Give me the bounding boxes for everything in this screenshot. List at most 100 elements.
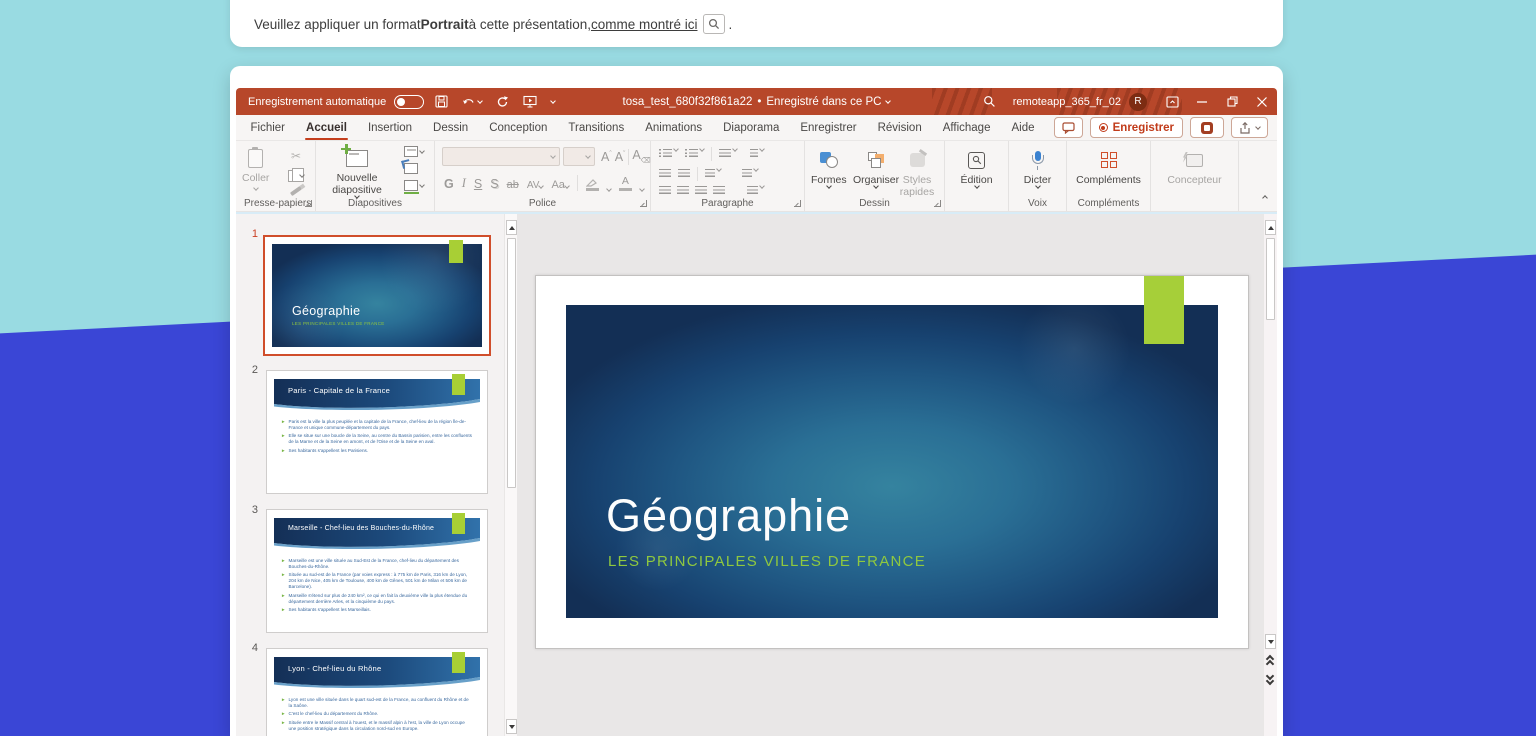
thumb-scrollbar-thumb[interactable] <box>507 238 516 488</box>
slide4-title-banner: Lyon - Chef-lieu du Rhône <box>274 657 480 690</box>
ribbon-display-options-button[interactable] <box>1157 88 1187 115</box>
close-button[interactable] <box>1247 88 1277 115</box>
present-in-teams-button[interactable] <box>1190 117 1224 138</box>
reset-icon <box>404 163 418 174</box>
align-center-button[interactable] <box>677 186 689 196</box>
shrink-font-button[interactable]: Aˇ <box>615 150 626 164</box>
line-spacing-button[interactable] <box>719 149 737 159</box>
collapse-ribbon-button[interactable] <box>1263 187 1267 205</box>
smartart-button[interactable] <box>747 186 764 196</box>
tab-diaporama[interactable]: Diaporama <box>713 115 790 140</box>
tab-aide[interactable]: Aide <box>1001 115 1045 140</box>
canvas-scroll-up-button[interactable] <box>1265 220 1276 235</box>
font-color-button[interactable]: A <box>619 175 632 191</box>
dictate-button[interactable]: Dicter <box>1009 143 1066 188</box>
indent-button[interactable] <box>678 169 690 179</box>
font-size-combo[interactable] <box>563 147 595 166</box>
slide-subtitle-text[interactable]: LES PRINCIPALES VILLES DE FRANCE <box>608 553 926 570</box>
slide-thumbnail-1[interactable]: Géographie LES PRINCIPALES VILLES DE FRA… <box>263 235 491 356</box>
italic-button[interactable]: I <box>462 176 466 191</box>
undo-button[interactable] <box>459 88 485 115</box>
clear-formatting-button[interactable]: A⌫ <box>632 148 650 165</box>
text-direction-button[interactable] <box>750 149 764 159</box>
share-button[interactable] <box>1231 117 1268 138</box>
avatar[interactable]: R <box>1129 93 1147 111</box>
customize-quick-access-chevron[interactable] <box>548 88 558 115</box>
instruction-middle: à cette présentation, <box>469 17 591 32</box>
align-left-button[interactable] <box>659 186 671 196</box>
columns-button[interactable] <box>705 169 721 179</box>
font-name-combo[interactable] <box>442 147 560 166</box>
current-slide[interactable]: Géographie LES PRINCIPALES VILLES DE FRA… <box>535 275 1249 649</box>
bullets-list-button[interactable] <box>659 149 678 159</box>
text-shadow-button[interactable]: S <box>490 177 498 191</box>
canvas-scroll-down-button[interactable] <box>1265 634 1276 649</box>
strikethrough-button[interactable]: ab <box>507 179 519 191</box>
thumb-scroll-down-button[interactable] <box>506 719 517 734</box>
cut-button[interactable]: ✂ <box>291 149 301 163</box>
align-text-button[interactable] <box>742 169 758 179</box>
previous-slide-button[interactable] <box>1266 655 1276 667</box>
justify-button[interactable] <box>713 186 725 196</box>
slide-number-2: 2 <box>242 364 258 376</box>
layout-button[interactable] <box>404 146 424 157</box>
slide-thumbnail-4[interactable]: Lyon - Chef-lieu du Rhône ►Lyon est une … <box>266 648 488 736</box>
tab-dessin[interactable]: Dessin <box>423 115 479 140</box>
designer-button[interactable]: Concepteur <box>1151 143 1238 186</box>
copy-button[interactable] <box>288 170 304 182</box>
format-painter-button[interactable] <box>290 189 302 193</box>
addins-button[interactable]: Compléments <box>1067 143 1150 186</box>
paragraphe-dialog-launcher[interactable] <box>794 200 801 207</box>
comments-button[interactable] <box>1054 117 1083 138</box>
edition-button[interactable]: Édition <box>945 143 1008 188</box>
arrange-button[interactable]: Organiser <box>853 143 899 188</box>
numbered-list-button[interactable] <box>685 149 704 159</box>
police-dialog-launcher[interactable] <box>640 200 647 207</box>
canvas-scrollbar-thumb[interactable] <box>1266 238 1275 320</box>
change-case-button[interactable]: Aa <box>551 179 568 191</box>
tab-transitions[interactable]: Transitions <box>558 115 635 140</box>
thumb-scroll-up-button[interactable] <box>506 220 517 235</box>
tab-fichier[interactable]: Fichier <box>240 115 296 140</box>
instruction-card: Veuillez appliquer un format Portrait à … <box>230 0 1283 47</box>
align-right-button[interactable] <box>695 186 707 196</box>
outdent-button[interactable] <box>659 169 671 179</box>
minimize-button[interactable] <box>1187 88 1217 115</box>
tab-affichage[interactable]: Affichage <box>932 115 1001 140</box>
section-button[interactable] <box>404 180 424 191</box>
instruction-link[interactable]: comme montré ici <box>591 17 698 32</box>
dessin-dialog-launcher[interactable] <box>934 200 941 207</box>
next-slide-button[interactable] <box>1266 673 1276 685</box>
slide-title-text[interactable]: Géographie <box>606 490 851 542</box>
quick-styles-button[interactable]: Styles rapides <box>902 143 932 198</box>
shapes-button[interactable]: Formes <box>811 143 847 188</box>
powerpoint-window: Enregistrement automatique tosa_test_680… <box>236 88 1277 736</box>
new-slide-button[interactable]: Nouvelle diapositive <box>324 141 390 198</box>
tab-enregistrer[interactable]: Enregistrer <box>790 115 867 140</box>
slide-thumbnail-3[interactable]: Marseille - Chef-lieu des Bouches-du-Rhô… <box>266 509 488 633</box>
grow-font-button[interactable]: Aˆ <box>601 150 612 164</box>
autosave-toggle[interactable] <box>394 95 424 109</box>
restore-button[interactable] <box>1217 88 1247 115</box>
group-dessin: Formes Organiser Styles rapides Dessin <box>805 141 945 211</box>
powerpoint-card: Enregistrement automatique tosa_test_680… <box>230 66 1283 736</box>
tab-insertion[interactable]: Insertion <box>357 115 422 140</box>
reset-button[interactable] <box>404 163 424 174</box>
bold-button[interactable]: G <box>444 177 454 191</box>
clipboard-dialog-launcher[interactable] <box>305 200 312 207</box>
redo-button[interactable] <box>493 88 512 115</box>
tab-conception[interactable]: Conception <box>479 115 558 140</box>
slide-thumbnail-2[interactable]: Paris - Capitale de la France ►Paris est… <box>266 370 488 494</box>
save-button[interactable] <box>432 88 451 115</box>
record-button[interactable]: Enregistrer <box>1090 117 1183 138</box>
search-icon[interactable] <box>980 88 999 115</box>
character-spacing-button[interactable]: AV <box>527 180 544 191</box>
tab-revision[interactable]: Révision <box>867 115 932 140</box>
zoom-preview-button[interactable] <box>703 14 725 34</box>
start-slideshow-button[interactable] <box>520 88 540 115</box>
tab-animations[interactable]: Animations <box>635 115 713 140</box>
highlight-button[interactable] <box>586 178 599 191</box>
paste-button[interactable]: Coller <box>242 141 269 190</box>
underline-button[interactable]: S <box>474 177 482 191</box>
tab-accueil[interactable]: Accueil <box>296 115 358 140</box>
